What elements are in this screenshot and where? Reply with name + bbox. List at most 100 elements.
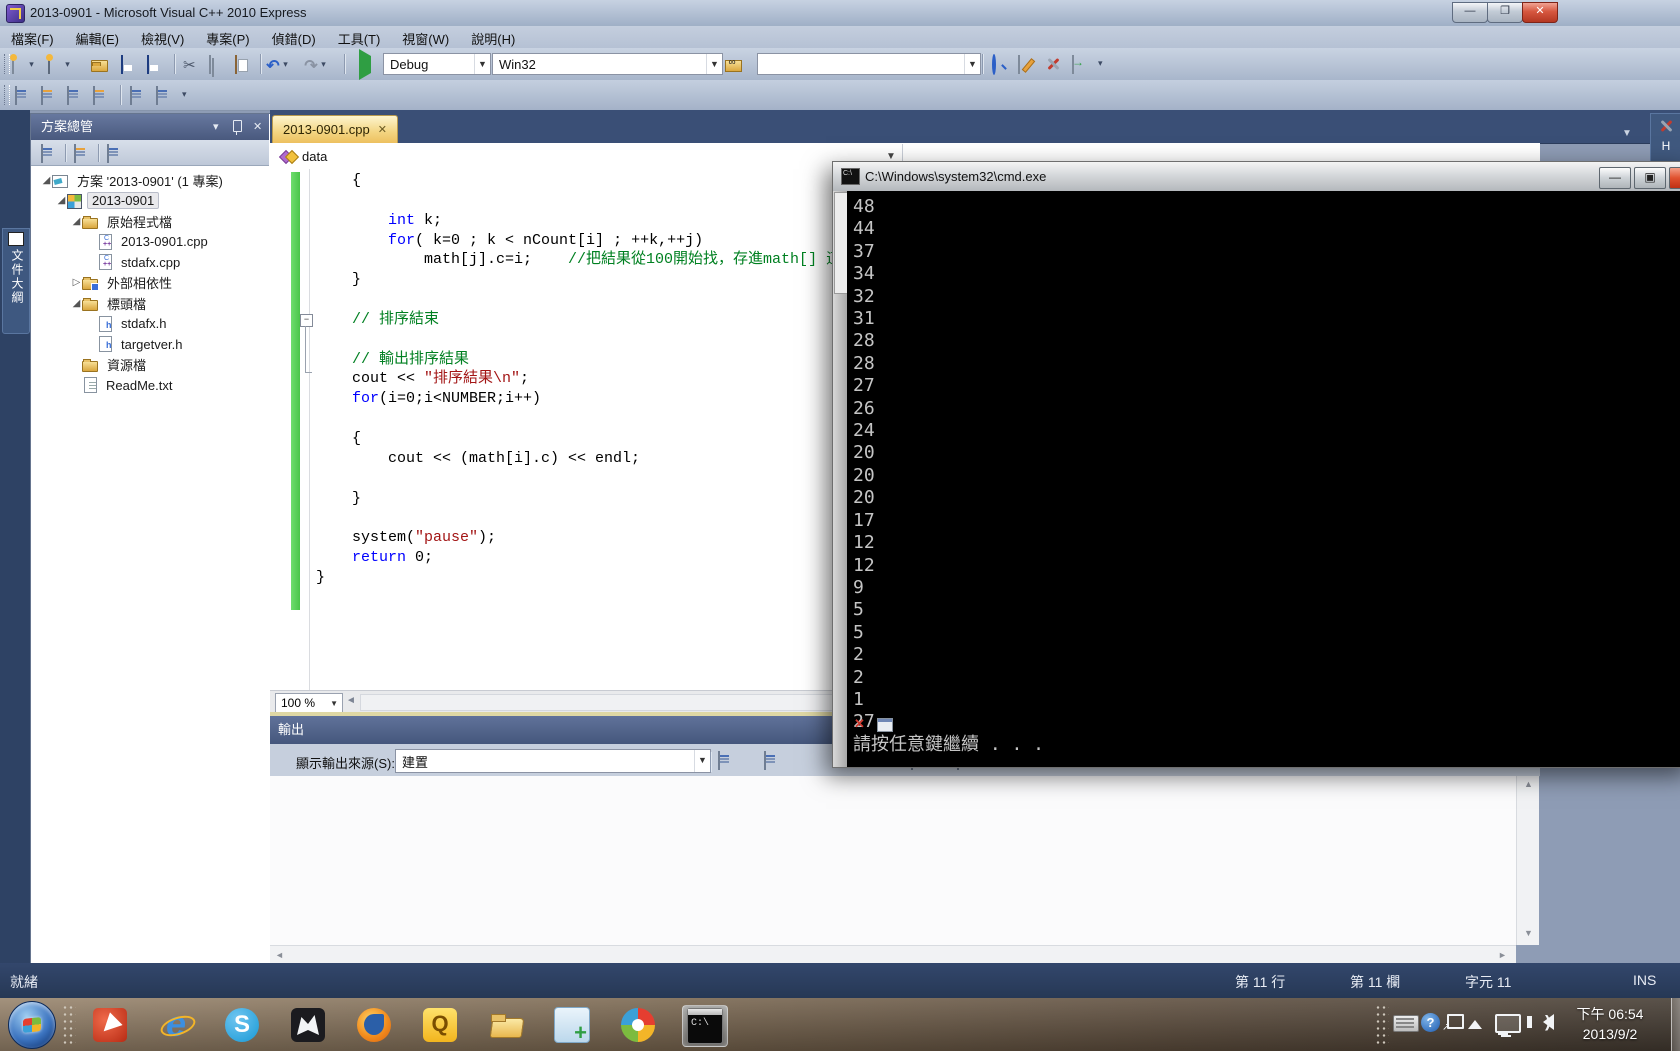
new-project-button[interactable]: ▾: [12, 53, 34, 75]
word-wrap-button[interactable]: [38, 84, 60, 106]
expander-icon[interactable]: ◢: [41, 175, 52, 186]
cut-button[interactable]: [180, 53, 202, 75]
toolbar-overflow[interactable]: ▾: [182, 89, 187, 100]
scroll-up-icon[interactable]: ▲: [1524, 779, 1533, 789]
save-button[interactable]: [118, 53, 140, 75]
find-in-files-button[interactable]: [722, 53, 744, 75]
copy-button[interactable]: [206, 53, 228, 75]
help-tray-icon[interactable]: ?: [1421, 1013, 1440, 1032]
taskbar-picpick-button[interactable]: [418, 1005, 462, 1045]
cmd-output[interactable]: 4844373432312828272624202020171212955221…: [847, 191, 1680, 767]
save-all-button[interactable]: [144, 53, 166, 75]
comment-button[interactable]: [153, 84, 175, 106]
run-button[interactable]: [352, 53, 374, 75]
taskbar-foxit-button[interactable]: [88, 1005, 132, 1045]
platform-combo[interactable]: Win32▼: [492, 53, 723, 75]
tray-expand-icon[interactable]: [1468, 1020, 1482, 1029]
expander-icon[interactable]: ◢: [56, 195, 67, 206]
close-panel-button[interactable]: ✕: [253, 120, 262, 134]
expander-icon[interactable]: ▷: [71, 277, 82, 288]
show-desktop-button[interactable]: [1671, 998, 1680, 1051]
display-objects-button[interactable]: [12, 84, 34, 106]
view-class-diagram-icon[interactable]: [107, 145, 123, 161]
paste-button[interactable]: [232, 53, 254, 75]
taskbar-explorer-button[interactable]: [484, 1005, 528, 1045]
hscroll-left-arrow-icon[interactable]: ◄: [346, 695, 356, 706]
keyboard-tray-icon[interactable]: [1393, 1015, 1419, 1032]
clock[interactable]: 下午 06:54 2013/9/2: [1560, 1004, 1660, 1044]
tab-close-icon[interactable]: ✕: [378, 123, 387, 136]
redo-button[interactable]: ▾: [304, 53, 326, 75]
taskbar-darkfox-button[interactable]: [286, 1005, 330, 1045]
tree-row-3[interactable]: ◢原始程式檔: [31, 211, 269, 232]
tree-row-10[interactable]: 資源檔: [31, 355, 269, 376]
incremental-search-button[interactable]: [90, 84, 112, 106]
tree-row-2[interactable]: ◢2013-0901: [31, 191, 269, 212]
tree-row-5[interactable]: stdafx.cpp: [31, 252, 269, 273]
tools-options-button[interactable]: [1042, 53, 1064, 75]
tree-row-6[interactable]: ▷外部相依性: [31, 273, 269, 294]
cmd-maximize-button[interactable]: ▣: [1634, 167, 1666, 189]
minimize-button[interactable]: —: [1452, 2, 1488, 23]
undo-button[interactable]: ▾: [266, 53, 288, 75]
solution-explorer-header[interactable]: 方案總管 ▾ ✕: [31, 114, 269, 140]
toolbar-overflow[interactable]: ▾: [1098, 58, 1103, 69]
search-combo[interactable]: ▼: [757, 53, 981, 75]
properties-icon[interactable]: [41, 145, 57, 161]
zoom-combo[interactable]: 100 % ▼: [275, 693, 343, 713]
collapse-region-icon[interactable]: −: [300, 314, 313, 327]
cmd-minimize-button[interactable]: —: [1599, 167, 1631, 189]
navigate-button[interactable]: [1069, 53, 1091, 75]
close-button[interactable]: ✕: [1522, 2, 1558, 23]
taskbar-media-button[interactable]: [616, 1005, 660, 1045]
types-combo[interactable]: data: [272, 144, 903, 168]
taskbar-ie-button[interactable]: [154, 1005, 198, 1045]
expander-icon[interactable]: ◢: [71, 298, 82, 309]
tray-grip[interactable]: [1375, 1004, 1389, 1044]
start-button[interactable]: [8, 1001, 56, 1049]
code-text[interactable]: { int k; for( k=0 ; k < nCount[i] ; ++k,…: [316, 171, 841, 588]
find-symbol-button[interactable]: [988, 53, 1010, 75]
network-tray-icon[interactable]: [1495, 1014, 1521, 1033]
tab-2013-0901-cpp[interactable]: 2013-0901.cpp ✕: [272, 115, 398, 143]
tree-row-11[interactable]: ReadMe.txt: [31, 375, 269, 396]
taskbar-grip[interactable]: [62, 1004, 76, 1044]
select-mode-button[interactable]: [64, 84, 86, 106]
open-file-button[interactable]: [88, 53, 110, 75]
expander-icon[interactable]: ◢: [71, 216, 82, 227]
volume-tray-icon[interactable]: [1543, 1014, 1554, 1030]
scroll-right-icon[interactable]: ►: [1498, 950, 1507, 960]
document-outline-tab[interactable]: 文件大綱: [2, 228, 30, 334]
tree-row-7[interactable]: ◢標頭檔: [31, 293, 269, 314]
taskbar-skype-button[interactable]: [220, 1005, 264, 1045]
tree-row-1[interactable]: ◢方案 '2013-0901' (1 專案): [31, 170, 269, 191]
scroll-down-icon[interactable]: ▼: [1524, 928, 1533, 938]
output-content[interactable]: [270, 776, 1516, 945]
cmd-window[interactable]: C:\Windows\system32\cmd.exe — ▣ ✕ 484437…: [832, 161, 1680, 768]
scroll-left-icon[interactable]: ◄: [275, 950, 284, 960]
taskbar-snip-button[interactable]: [550, 1005, 594, 1045]
output-vscrollbar[interactable]: ▲ ▼: [1516, 776, 1539, 945]
maximize-button[interactable]: ❐: [1487, 2, 1523, 23]
show-all-files-icon[interactable]: [74, 145, 90, 161]
taskbar-cmd-button[interactable]: [682, 1005, 728, 1047]
tree-row-9[interactable]: targetver.h: [31, 334, 269, 355]
cmd-titlebar[interactable]: C:\Windows\system32\cmd.exe — ▣ ✕: [833, 162, 1680, 192]
autohide-right-tab[interactable]: H: [1650, 113, 1680, 165]
tab-list-dropdown-icon[interactable]: ▼: [1622, 128, 1632, 139]
output-hscrollbar[interactable]: ◄ ►: [270, 945, 1516, 964]
add-item-button[interactable]: ▾: [48, 53, 70, 75]
toolbar-grip[interactable]: [4, 54, 10, 74]
ide-titlebar[interactable]: 2013-0901 - Microsoft Visual C++ 2010 Ex…: [0, 0, 1680, 27]
window-switch-tray-icon[interactable]: [1447, 1014, 1464, 1029]
toolbar-grip[interactable]: [4, 85, 10, 105]
previous-message-icon[interactable]: [764, 752, 780, 768]
tree-row-8[interactable]: stdafx.h: [31, 314, 269, 335]
cmd-scroll-thumb[interactable]: [834, 192, 848, 294]
taskbar-firefox-button[interactable]: [352, 1005, 396, 1045]
toggle-wrap-icon[interactable]: [877, 718, 893, 732]
indent-button[interactable]: [127, 84, 149, 106]
clear-all-icon[interactable]: [852, 716, 868, 732]
output-source-combo[interactable]: 建置 ▼: [395, 749, 711, 773]
find-message-icon[interactable]: [718, 752, 734, 768]
